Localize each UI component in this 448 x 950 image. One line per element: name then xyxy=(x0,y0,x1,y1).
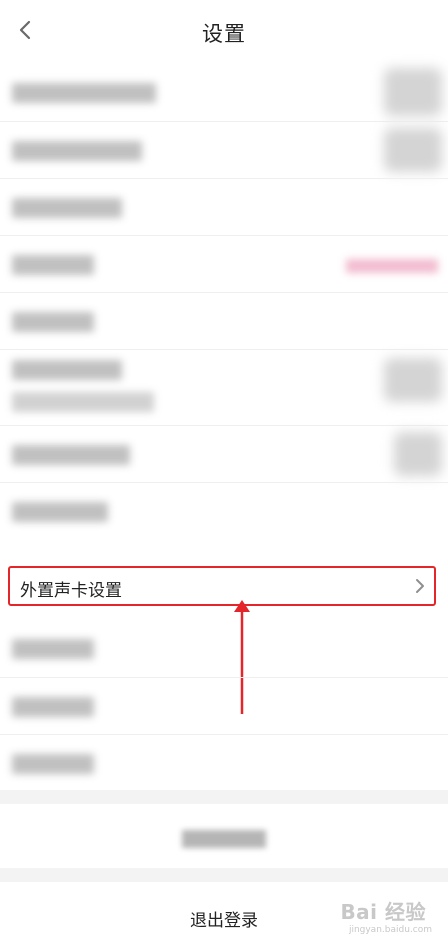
settings-row[interactable] xyxy=(0,292,448,349)
settings-row[interactable] xyxy=(0,349,448,425)
watermark-url: jingyan.baidu.com xyxy=(348,925,432,935)
blurred-right-content xyxy=(384,358,442,402)
blurred-label xyxy=(12,502,108,522)
settings-list xyxy=(0,64,448,539)
settings-row[interactable] xyxy=(0,178,448,235)
settings-row[interactable] xyxy=(0,734,448,791)
blurred-description xyxy=(12,392,154,412)
blurred-label xyxy=(12,445,130,465)
settings-list-lower xyxy=(0,620,448,791)
settings-row[interactable] xyxy=(0,121,448,178)
blurred-label xyxy=(12,141,142,161)
blurred-button-label xyxy=(182,830,266,848)
blurred-label xyxy=(12,198,122,218)
blurred-right-content xyxy=(384,128,442,172)
blurred-label xyxy=(12,697,94,717)
blurred-label xyxy=(12,255,94,275)
blurred-label xyxy=(12,754,94,774)
header: 设置 xyxy=(0,0,448,64)
blurred-label xyxy=(12,312,94,332)
settings-row[interactable] xyxy=(0,235,448,292)
blurred-action-button[interactable] xyxy=(0,804,448,868)
blurred-label xyxy=(12,639,94,659)
page-title: 设置 xyxy=(202,22,246,46)
external-sound-card-settings-label: 外置声卡设置 xyxy=(20,581,122,601)
settings-row[interactable] xyxy=(0,677,448,734)
watermark-brand: Bai 经验 xyxy=(340,900,426,924)
settings-row[interactable] xyxy=(0,482,448,539)
blurred-label xyxy=(12,83,156,103)
settings-row[interactable] xyxy=(0,64,448,121)
blurred-right-content xyxy=(384,68,442,116)
section-divider xyxy=(0,790,448,804)
blurred-label xyxy=(12,360,122,380)
blurred-right-content xyxy=(346,259,438,273)
settings-row[interactable] xyxy=(0,620,448,677)
section-divider xyxy=(0,868,448,882)
chevron-right-icon xyxy=(416,579,424,593)
blurred-right-content xyxy=(394,432,442,476)
external-sound-card-settings-row[interactable]: 外置声卡设置 xyxy=(8,566,436,606)
settings-row[interactable] xyxy=(0,425,448,482)
